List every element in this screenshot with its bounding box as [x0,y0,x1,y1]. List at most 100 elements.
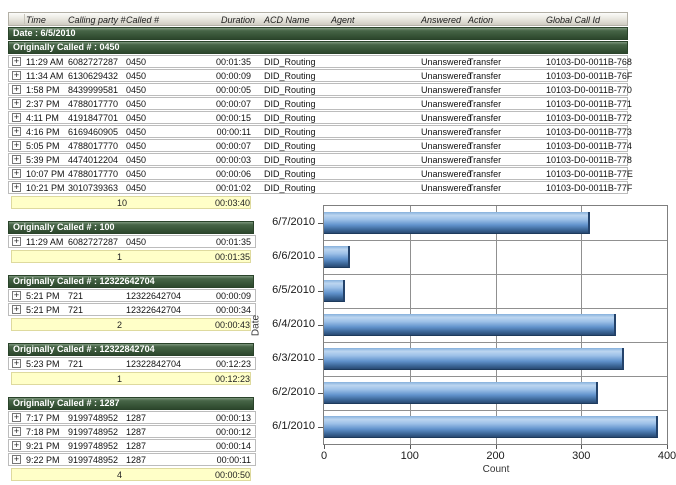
row-answered: Unanswered [421,127,472,137]
row-called-number: 0450 [126,99,146,109]
row-calling-party: 9199748952 [68,455,118,465]
row-action: Transfer [468,99,501,109]
row-time: 10:21 PM [26,183,65,193]
call-group: Originally Called # : 12322842704+5:23 P… [8,343,630,385]
expand-row-icon[interactable]: + [12,455,21,464]
expand-row-icon[interactable]: + [12,71,21,80]
row-called-number: 1287 [126,427,146,437]
expand-row-icon[interactable]: + [12,57,21,66]
group-header-band: Originally Called # : 0450 [8,41,628,54]
row-action: Transfer [468,85,501,95]
row-action: Transfer [468,183,501,193]
expand-row-icon[interactable]: + [12,441,21,450]
col-header-calling-party[interactable]: Calling party # [68,15,126,25]
row-global-call-id: 10103-D0-0011B-772 [546,113,632,123]
col-header-action[interactable]: Action [468,15,493,25]
row-global-call-id: 10103-D0-0011B-768 [546,57,632,67]
group-total-duration: 00:00:43 [192,320,250,330]
row-global-call-id: 10103-D0-0011B-771 [546,99,632,109]
row-called-number: 12322842704 [126,359,181,369]
table-row: +7:18 PM9199748952128700:00:12 [8,425,256,438]
row-acd-name: DID_Routing [264,169,316,179]
col-header-called[interactable]: Called # [126,15,159,25]
expand-row-icon[interactable]: + [12,291,21,300]
row-global-call-id: 10103-D0-0011B-778 [546,155,632,165]
expand-row-icon[interactable]: + [12,85,21,94]
row-calling-party: 4788017770 [68,169,118,179]
table-row: +5:21 PM7211232264270400:00:34 [8,303,256,316]
expand-row-icon[interactable]: + [12,183,21,192]
row-duration: 00:00:07 [193,141,251,151]
row-time: 4:16 PM [26,127,60,137]
row-acd-name: DID_Routing [264,183,316,193]
row-time: 9:22 PM [26,455,60,465]
col-header-time[interactable]: Time [26,15,46,25]
table-row: +9:22 PM9199748952128700:00:11 [8,453,256,466]
row-duration: 00:00:05 [193,85,251,95]
group-call-count: 1 [117,252,122,262]
expand-row-icon[interactable]: + [12,427,21,436]
col-header-global-call-id[interactable]: Global Call Id [546,15,600,25]
col-header-duration[interactable]: Duration [221,15,255,25]
row-acd-name: DID_Routing [264,57,316,67]
row-acd-name: DID_Routing [264,127,316,137]
row-acd-name: DID_Routing [264,71,316,81]
row-duration: 00:12:23 [193,359,251,369]
row-called-number: 0450 [126,155,146,165]
row-acd-name: DID_Routing [264,99,316,109]
col-header-answered[interactable]: Answered [421,15,461,25]
row-duration: 00:00:06 [193,169,251,179]
row-time: 9:21 PM [26,441,60,451]
row-time: 5:21 PM [26,291,60,301]
expand-row-icon[interactable]: + [12,305,21,314]
row-calling-party: 4788017770 [68,141,118,151]
expand-row-icon[interactable]: + [12,413,21,422]
group-summary-row: 1000:03:40 [11,196,251,209]
expand-row-icon[interactable]: + [12,127,21,136]
row-duration: 00:00:09 [193,291,251,301]
group-total-duration: 00:01:35 [192,252,250,262]
row-answered: Unanswered [421,183,472,193]
row-calling-party: 6082727287 [68,237,118,247]
row-duration: 00:00:07 [193,99,251,109]
row-time: 7:17 PM [26,413,60,423]
expand-row-icon[interactable]: + [12,141,21,150]
row-duration: 00:01:35 [193,57,251,67]
table-header-row: Time Calling party # Called # Duration A… [8,12,628,26]
expand-row-icon[interactable]: + [12,99,21,108]
row-acd-name: DID_Routing [264,85,316,95]
expand-row-icon[interactable]: + [12,169,21,178]
row-called-number: 0450 [126,85,146,95]
group-total-duration: 00:03:40 [192,198,250,208]
call-group: Originally Called # : 1287+7:17 PM919974… [8,397,630,481]
row-time: 7:18 PM [26,427,60,437]
expand-row-icon[interactable]: + [12,113,21,122]
expand-row-icon[interactable]: + [12,237,21,246]
group-total-duration: 00:12:23 [192,374,250,384]
table-row: +2:37 PM4788017770045000:00:07DID_Routin… [8,97,628,110]
row-called-number: 0450 [126,127,146,137]
row-action: Transfer [468,127,501,137]
table-row: +5:05 PM4788017770045000:00:07DID_Routin… [8,139,628,152]
row-action: Transfer [468,141,501,151]
group-total-duration: 00:00:50 [192,470,250,480]
row-called-number: 12322642704 [126,291,181,301]
row-time: 10:07 PM [26,169,65,179]
expand-row-icon[interactable]: + [12,359,21,368]
col-header-acd-name[interactable]: ACD Name [264,15,310,25]
row-calling-party: 9199748952 [68,427,118,437]
row-duration: 00:01:35 [193,237,251,247]
row-duration: 00:00:11 [193,127,251,137]
group-summary-row: 100:12:23 [11,372,251,385]
row-global-call-id: 10103-D0-0011B-770 [546,85,632,95]
row-called-number: 0450 [126,169,146,179]
expand-row-icon[interactable]: + [12,155,21,164]
row-answered: Unanswered [421,99,472,109]
group-summary-row: 1 00:01:35 [11,250,251,263]
row-action: Transfer [468,169,501,179]
row-answered: Unanswered [421,113,472,123]
col-header-agent[interactable]: Agent [331,15,355,25]
x-tick-label: 400 [658,450,676,462]
row-time: 4:11 PM [26,113,59,123]
row-duration: 00:00:09 [193,71,251,81]
